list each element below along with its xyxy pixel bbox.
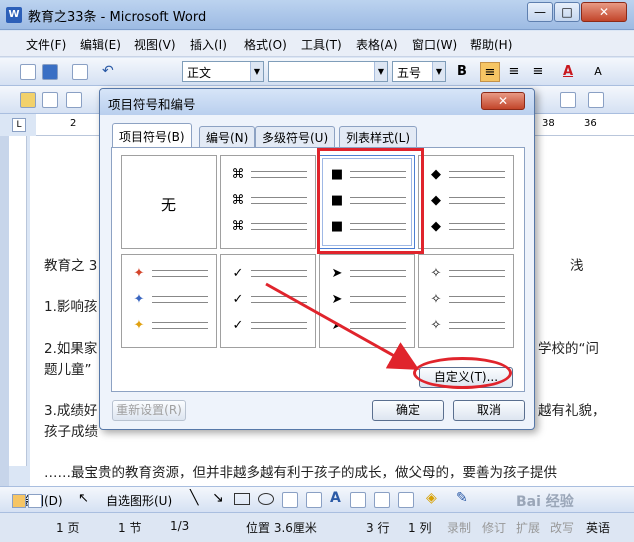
annotation-arrow <box>265 282 420 370</box>
